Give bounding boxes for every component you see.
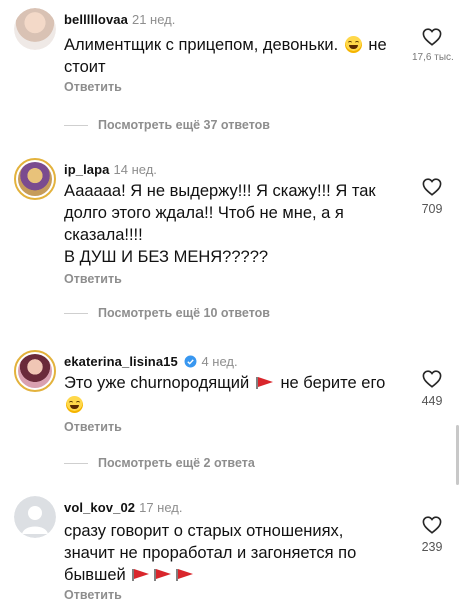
view-replies-label: Посмотреть ещё 2 ответа — [98, 456, 255, 470]
divider — [64, 125, 88, 127]
timestamp: 14 нед. — [113, 162, 157, 177]
username[interactable]: ip_lapa — [64, 162, 110, 177]
comment-meta: belllllovaa 21 нед. — [64, 12, 175, 27]
avatar[interactable] — [14, 8, 56, 50]
like-count: 709 — [421, 202, 443, 216]
default-avatar-icon — [22, 506, 48, 534]
comment-text-line: Аааааа! Я не выдержу!!! Я скажу!!! Я так — [64, 182, 376, 200]
comment-meta: vol_kov_02 17 нед. — [64, 500, 183, 515]
reply-button[interactable]: Ответить — [64, 588, 122, 600]
red-flag-icon — [154, 569, 172, 581]
username[interactable]: belllllovaa — [64, 12, 128, 27]
laughing-emoji-icon — [344, 36, 362, 53]
heart-outline-icon[interactable] — [422, 178, 442, 196]
username[interactable]: ekaterina_lisina15 — [64, 354, 178, 369]
timestamp: 4 нед. — [201, 354, 238, 369]
view-replies-button[interactable]: Посмотреть ещё 37 ответов — [64, 118, 270, 132]
comment-text-line: В ДУШ И БЕЗ МЕНЯ????? — [64, 248, 269, 266]
scrollbar[interactable] — [456, 425, 459, 485]
verified-badge-icon — [184, 355, 197, 368]
comment-text-part: Алиментщик с прицепом, девоньки. — [64, 36, 339, 54]
comment-meta: ip_lapa 14 нед. — [64, 162, 157, 177]
red-flag-icon — [132, 569, 150, 581]
view-replies-label: Посмотреть ещё 10 ответов — [98, 306, 270, 320]
heart-outline-icon[interactable] — [422, 28, 442, 46]
like-control: 17,6 тыс. — [412, 28, 454, 63]
comment-text: Аааааа! Я не выдержу!!! Я скажу!!! Я так… — [64, 180, 402, 268]
view-replies-button[interactable]: Посмотреть ещё 10 ответов — [64, 306, 270, 320]
comment-text-line: сразу говорит о старых отношениях, — [64, 522, 344, 540]
avatar[interactable] — [14, 350, 56, 392]
username[interactable]: vol_kov_02 — [64, 500, 135, 515]
comment-text-line: долго этого ждала!! Чтоб не мне, а я — [64, 204, 344, 222]
laughing-emoji-icon — [66, 396, 83, 413]
view-replies-label: Посмотреть ещё 37 ответов — [98, 118, 270, 132]
comment-text-part: бывшей — [64, 566, 126, 584]
comment-text: Это уже churnородящий не берите его — [64, 372, 402, 416]
like-count: 17,6 тыс. — [412, 52, 454, 63]
divider — [64, 313, 88, 315]
like-control: 239 — [412, 516, 452, 554]
reply-button[interactable]: Ответить — [64, 420, 122, 434]
red-flag-icon — [176, 569, 194, 581]
comment-text-part: Это уже churnородящий — [64, 374, 250, 392]
comment-text-line: значит не проработал и загоняется по — [64, 544, 357, 562]
like-control: 709 — [412, 178, 452, 216]
view-replies-button[interactable]: Посмотреть ещё 2 ответа — [64, 456, 255, 470]
comment-text-line: сказала!!!! — [64, 226, 143, 244]
comment-text: Алиментщик с прицепом, девоньки. не стои… — [64, 34, 402, 78]
avatar[interactable] — [14, 496, 56, 538]
reply-button[interactable]: Ответить — [64, 80, 122, 94]
like-count: 239 — [421, 540, 443, 554]
comment-text-line: стоит — [64, 58, 106, 76]
timestamp: 21 нед. — [131, 12, 176, 27]
like-control: 449 — [412, 370, 452, 408]
comment-text-part: не — [368, 36, 387, 54]
divider — [64, 463, 88, 465]
timestamp: 17 нед. — [139, 500, 183, 515]
heart-outline-icon[interactable] — [422, 370, 442, 388]
avatar[interactable] — [14, 158, 56, 200]
heart-outline-icon[interactable] — [422, 516, 442, 534]
reply-button[interactable]: Ответить — [64, 272, 122, 286]
comment-text-part: не берите его — [280, 374, 386, 392]
like-count: 449 — [421, 394, 443, 408]
comment-meta: ekaterina_lisina15 4 нед. — [64, 354, 238, 369]
red-flag-icon — [256, 377, 273, 389]
comment-text: сразу говорит о старых отношениях, значи… — [64, 520, 402, 586]
